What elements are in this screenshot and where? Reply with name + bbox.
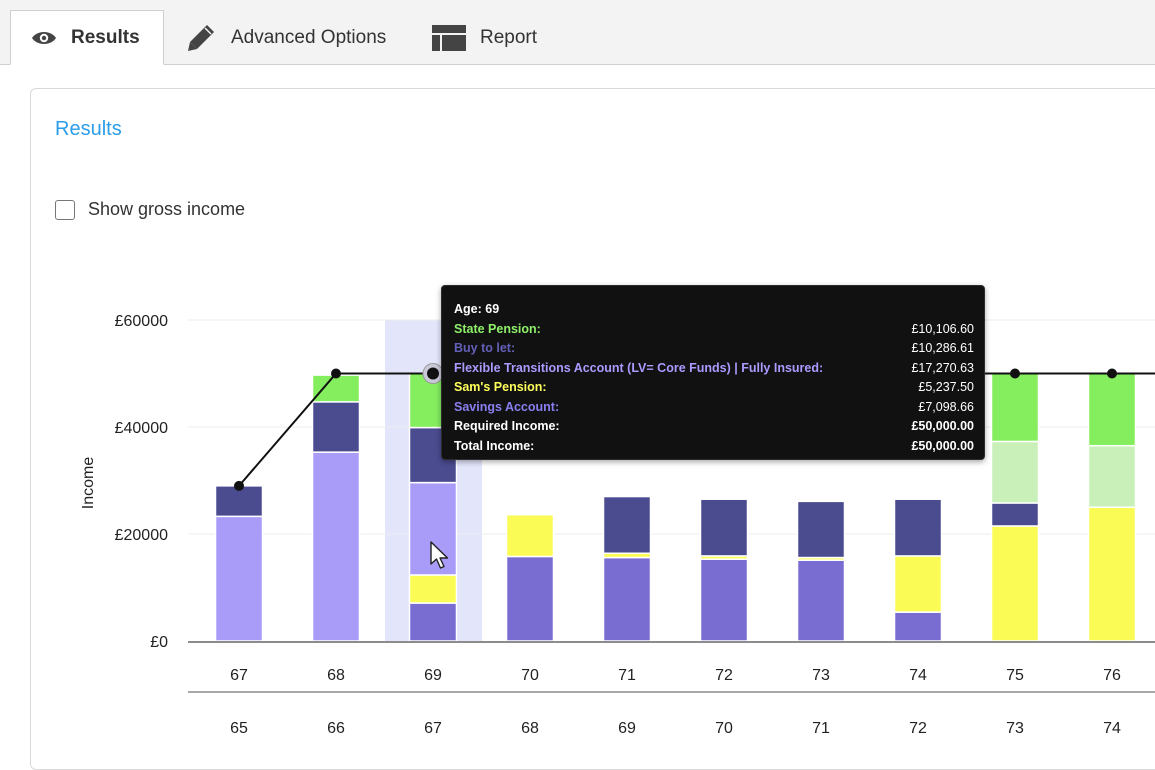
tooltip-row: Flexible Transitions Account (LV= Core F…	[454, 359, 974, 379]
tooltip-row-label: Savings Account:	[454, 399, 560, 414]
tooltip-row-label: Total Income:	[454, 438, 535, 453]
tooltip-row: State Pension: £10,106.60	[454, 320, 974, 340]
tooltip-row-label: Buy to let:	[454, 341, 516, 355]
mouse-cursor-icon	[430, 541, 449, 569]
tooltip-row-label: Flexible Transitions Account (LV= Core F…	[454, 360, 824, 375]
tooltip-row-value: £17,270.63	[911, 360, 974, 375]
tooltip-row-label: State Pension:	[454, 321, 541, 336]
tooltip-row-label: Required Income:	[454, 419, 560, 433]
tooltip-row: Required Income: £50,000.00	[454, 417, 974, 437]
tooltip-age-label: Age:	[454, 302, 482, 316]
tab-advanced-options-label: Advanced Options	[231, 26, 387, 48]
tab-results-label: Results	[71, 26, 140, 48]
eye-icon	[31, 30, 57, 46]
tab-report-label: Report	[480, 26, 538, 48]
tooltip-age-row: Age: 69	[454, 300, 974, 320]
tooltip-row-value: £5,237.50	[918, 380, 974, 394]
tab-advanced-options[interactable]: Advanced Options	[185, 10, 386, 65]
table-icon	[432, 23, 466, 53]
show-gross-income-checkbox[interactable]	[55, 199, 75, 220]
chart-tooltip: Age: 69 State Pension: £10,106.60 Buy to l…	[441, 285, 985, 460]
show-gross-income-label: Show gross income	[88, 199, 246, 219]
tooltip-row: Total Income: £50,000.00	[454, 437, 974, 457]
tooltip-row: Buy to let: £10,286.61	[454, 339, 974, 359]
tooltip-row-value: £10,106.60	[911, 321, 974, 336]
tab-report[interactable]: Report	[432, 10, 537, 65]
tooltip-row-value: £50,000.00	[911, 419, 974, 433]
tooltip-row-label: Sam's Pension:	[454, 380, 547, 394]
tooltip-age-value: 69	[485, 302, 500, 316]
tooltip-row: Savings Account: £7,098.66	[454, 398, 974, 418]
tab-results[interactable]: Results	[10, 10, 164, 65]
show-gross-income-toggle[interactable]: Show gross income	[55, 199, 245, 220]
tooltip-row-value: £7,098.66	[918, 399, 974, 414]
pencil-icon	[185, 22, 217, 54]
tab-bar: Results Advanced Options Report	[0, 0, 1155, 65]
tooltip-row: Sam's Pension: £5,237.50	[454, 378, 974, 398]
tooltip-row-value: £50,000.00	[911, 438, 974, 453]
tooltip-row-value: £10,286.61	[911, 341, 974, 355]
results-heading: Results	[55, 118, 122, 140]
